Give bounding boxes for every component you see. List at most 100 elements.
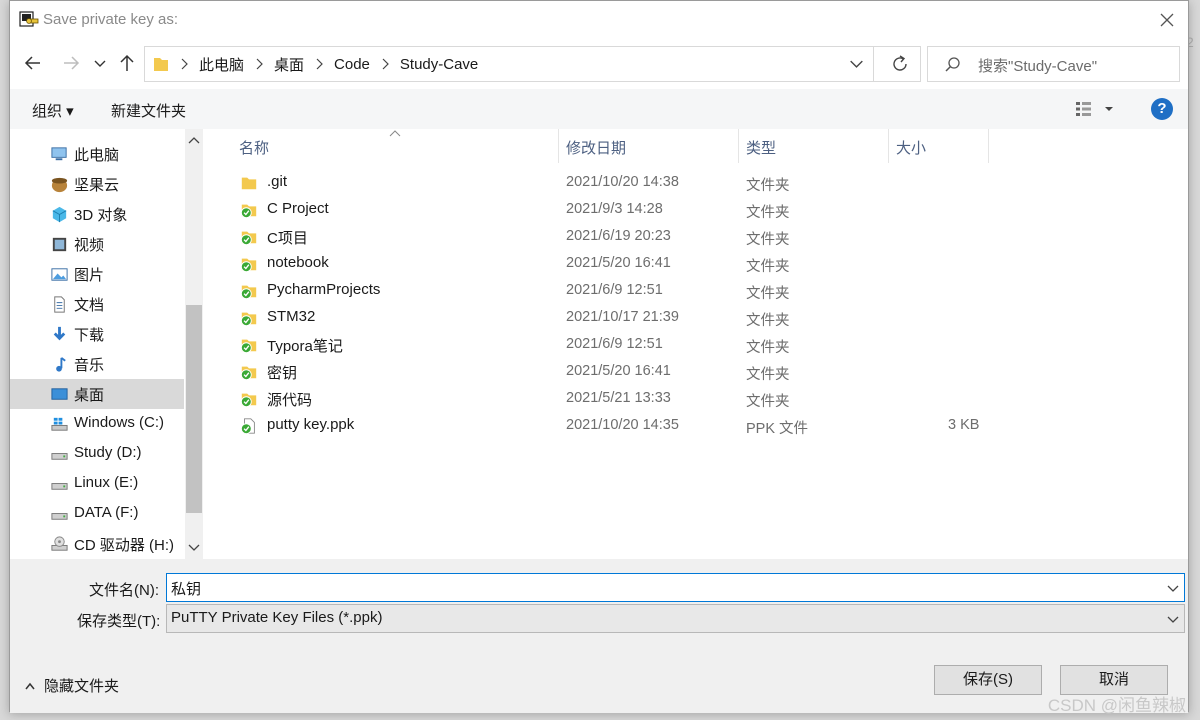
file-row[interactable]: putty key.ppk 2021/10/20 14:35 PPK 文件 3 KB <box>223 413 983 440</box>
putty-key-icon <box>19 11 39 27</box>
file-date: 2021/5/20 16:41 <box>566 255 671 271</box>
file-row[interactable]: 密钥 2021/5/20 16:41 文件夹 <box>223 359 983 386</box>
sidebar-item-label: 下载 <box>74 327 105 344</box>
column-divider[interactable] <box>738 129 739 163</box>
sidebar-item-windows-c[interactable]: Windows (C:) <box>10 409 184 439</box>
address-dropdown-icon[interactable] <box>840 47 874 81</box>
column-divider[interactable] <box>558 129 559 163</box>
search-input[interactable]: 搜索"Study-Cave" <box>927 46 1180 82</box>
file-type: PPK 文件 <box>746 421 809 437</box>
sidebar-item-label: 坚果云 <box>74 177 120 194</box>
save-dialog: Save private key as: 此电脑 桌面 Code Study-C… <box>9 0 1189 713</box>
file-name: 源代码 <box>267 392 313 409</box>
file-row[interactable]: C项目 2021/6/19 20:23 文件夹 <box>223 224 983 251</box>
help-button[interactable]: ? <box>1151 98 1173 120</box>
sidebar-item-item[interactable]: 下载 <box>10 319 184 349</box>
close-icon[interactable] <box>1156 9 1178 31</box>
sidebar-item-label: 音乐 <box>74 357 105 374</box>
sidebar-item-item[interactable]: 音乐 <box>10 349 184 379</box>
chevron-down-icon[interactable] <box>185 539 203 557</box>
scrollbar-thumb[interactable] <box>186 305 202 513</box>
toolbar: 组织 ▾ 新建文件夹 ? <box>10 89 1188 129</box>
arrow-left-icon[interactable] <box>22 52 44 74</box>
column-header-size[interactable]: 大小 <box>896 129 926 163</box>
view-options-icon[interactable] <box>1074 99 1118 119</box>
breadcrumb-item[interactable]: Study-Cave <box>400 56 478 73</box>
file-row[interactable]: .git 2021/10/20 14:38 文件夹 <box>223 170 983 197</box>
filename-field[interactable]: 私钥 <box>166 573 1185 602</box>
file-type: 文件夹 <box>746 259 790 275</box>
save-button[interactable]: 保存(S) <box>934 665 1042 695</box>
breadcrumb-item[interactable]: 桌面 <box>274 54 304 75</box>
file-name: C Project <box>267 200 329 217</box>
chevron-right-icon[interactable] <box>254 58 264 70</box>
document-icon <box>54 296 65 313</box>
organize-button[interactable]: 组织 ▾ <box>32 100 74 121</box>
cd-drive-icon <box>51 536 68 551</box>
drive-icon <box>51 453 68 460</box>
chevron-right-icon[interactable] <box>179 58 189 70</box>
file-type: 文件夹 <box>746 232 790 248</box>
navigation-pane: 此电脑坚果云 3D 对象 视频 图片 文档下载音乐桌面 Windows (C:) Study… <box>10 129 203 559</box>
breadcrumb-item[interactable]: 此电脑 <box>199 54 244 75</box>
picture-icon <box>51 268 68 281</box>
search-icon <box>945 57 960 72</box>
sidebar-item-study-d[interactable]: Study (D:) <box>10 439 184 469</box>
column-divider[interactable] <box>988 129 989 163</box>
file-date: 2021/6/19 20:23 <box>566 228 671 244</box>
file-date: 2021/10/20 14:38 <box>566 174 679 190</box>
chevron-right-icon[interactable] <box>314 58 324 70</box>
chevron-down-icon[interactable] <box>1166 612 1180 626</box>
column-header-date[interactable]: 修改日期 <box>566 129 626 163</box>
sidebar-item-label: 桌面 <box>74 387 105 404</box>
file-row[interactable]: 源代码 2021/5/21 13:33 文件夹 <box>223 386 983 413</box>
drive-icon <box>51 483 68 490</box>
sidebar-item-linux-e[interactable]: Linux (E:) <box>10 469 184 499</box>
sidebar-scrollbar[interactable] <box>185 129 203 559</box>
sidebar-item-label: Study (D:) <box>74 444 142 461</box>
search-placeholder: 搜索"Study-Cave" <box>978 58 1098 75</box>
sidebar-item-item[interactable]: 文档 <box>10 289 184 319</box>
file-type: 文件夹 <box>746 367 790 383</box>
refresh-icon[interactable] <box>880 47 920 81</box>
sidebar-item-cd-h[interactable]: CD 驱动器 (H:) <box>10 529 184 559</box>
new-folder-button[interactable]: 新建文件夹 <box>111 100 186 121</box>
file-name: PycharmProjects <box>267 281 381 298</box>
hide-folders-toggle[interactable]: 隐藏文件夹 <box>24 675 119 696</box>
chevron-down-icon[interactable] <box>92 52 108 74</box>
file-date: 2021/5/21 13:33 <box>566 390 671 406</box>
file-row[interactable]: PycharmProjects 2021/6/9 12:51 文件夹 <box>223 278 983 305</box>
column-header-type[interactable]: 类型 <box>746 129 776 163</box>
desktop-icon <box>51 388 68 400</box>
chevron-up-icon[interactable] <box>185 131 203 149</box>
chevron-down-icon[interactable] <box>1166 581 1180 595</box>
sidebar-item-item[interactable]: 此电脑 <box>10 139 184 169</box>
chevron-right-icon[interactable] <box>380 58 390 70</box>
synced-folder-icon <box>240 204 257 219</box>
file-list: 名称 修改日期 类型 大小 .git 2021/10/20 14:38 文件夹 C P… <box>203 129 1188 559</box>
address-bar[interactable]: 此电脑 桌面 Code Study-Cave <box>144 46 921 82</box>
filetype-select[interactable]: PuTTY Private Key Files (*.ppk) <box>166 604 1185 633</box>
arrow-right-icon[interactable] <box>60 52 82 74</box>
sidebar-item-item[interactable]: 图片 <box>10 259 184 289</box>
sidebar-item-item[interactable]: 桌面 <box>10 379 184 409</box>
hide-folders-label: 隐藏文件夹 <box>44 678 120 695</box>
watermark: CSDN @闲鱼辣椒 <box>1047 696 1186 715</box>
file-row[interactable]: STM32 2021/10/17 21:39 文件夹 <box>223 305 983 332</box>
column-header-name[interactable]: 名称 <box>239 129 269 163</box>
column-divider[interactable] <box>888 129 889 163</box>
file-row[interactable]: C Project 2021/9/3 14:28 文件夹 <box>223 197 983 224</box>
sidebar-item-3d[interactable]: 3D 对象 <box>10 199 184 229</box>
synced-folder-icon <box>240 312 257 327</box>
synced-file-icon <box>240 418 255 435</box>
file-row[interactable]: Typora笔记 2021/6/9 12:51 文件夹 <box>223 332 983 359</box>
title-bar: Save private key as: <box>10 1 1188 39</box>
file-row[interactable]: notebook 2021/5/20 16:41 文件夹 <box>223 251 983 278</box>
sidebar-item-data-f[interactable]: DATA (F:) <box>10 499 184 529</box>
folder-icon <box>154 58 168 71</box>
arrow-up-icon[interactable] <box>116 52 138 74</box>
sidebar-item-item[interactable]: 坚果云 <box>10 169 184 199</box>
sidebar-item-label: DATA (F:) <box>74 504 139 521</box>
sidebar-item-item[interactable]: 视频 <box>10 229 184 259</box>
breadcrumb-item[interactable]: Code <box>334 56 370 73</box>
